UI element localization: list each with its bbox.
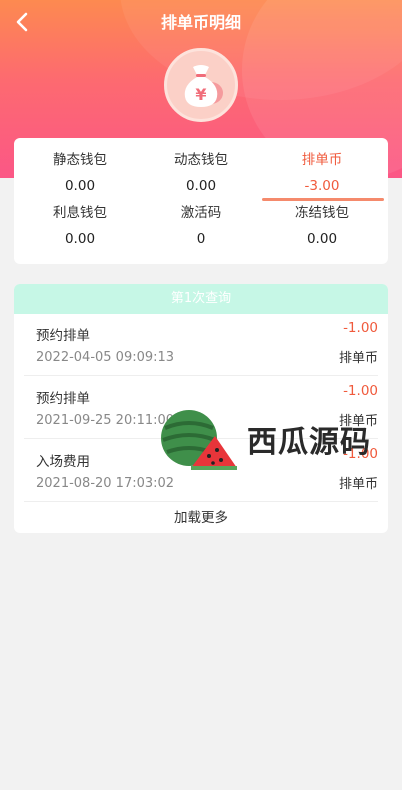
- load-more-button[interactable]: 加载更多: [14, 506, 388, 526]
- wallet-label: 利息钱包: [53, 205, 107, 221]
- wallet-label: 动态钱包: [174, 152, 228, 168]
- wallet-tab-activation-code[interactable]: 激活码 0: [139, 203, 263, 249]
- record-title: 入场费用: [36, 454, 90, 470]
- record-title: 预约排单: [36, 391, 90, 407]
- wallet-summary-card: 静态钱包 0.00 动态钱包 0.00 排单币 -3.00 利息钱包 0.00 …: [14, 138, 388, 264]
- wallet-value: 0.00: [64, 178, 96, 194]
- record-unit: 排单币: [338, 477, 378, 492]
- watermark: 西瓜源码: [155, 404, 385, 474]
- wallet-tab-dynamic[interactable]: 动态钱包 0.00: [139, 150, 263, 196]
- wallet-tab-interest[interactable]: 利息钱包 0.00: [18, 203, 142, 249]
- wallet-value: 0.00: [306, 231, 338, 247]
- watermark-text: 西瓜源码: [247, 425, 371, 460]
- record-date: 2022-04-05 09:09:13: [36, 350, 175, 365]
- wallet-value: 0.00: [64, 231, 96, 247]
- watermelon-icon: [161, 410, 237, 470]
- money-bag-icon: ¥: [184, 65, 223, 107]
- wallet-label: 静态钱包: [53, 152, 107, 168]
- wallet-label: 激活码: [180, 205, 222, 221]
- wallet-value: 0.00: [185, 178, 217, 194]
- record-date: 2021-08-20 17:03:02: [36, 476, 175, 491]
- svg-text:¥: ¥: [195, 85, 206, 104]
- page-title: 排单币明细: [160, 13, 241, 32]
- record-date: 2021-09-25 20:11:00: [36, 413, 175, 428]
- wallet-tab-frozen[interactable]: 冻结钱包 0.00: [260, 203, 384, 249]
- query-header: 第1次查询: [14, 284, 388, 314]
- active-tab-indicator: [262, 198, 384, 201]
- record-title: 预约排单: [36, 328, 90, 344]
- avatar: ¥: [164, 48, 238, 122]
- wallet-label: 冻结钱包: [295, 205, 349, 221]
- wallet-tab-queue-coin[interactable]: 排单币 -3.00: [260, 150, 384, 196]
- list-item[interactable]: 预约排单 2022-04-05 09:09:13 -1.00 排单币: [24, 314, 378, 376]
- wallet-tab-static[interactable]: 静态钱包 0.00: [18, 150, 142, 196]
- record-amount: -1.00: [343, 383, 378, 399]
- wallet-value: -3.00: [304, 178, 340, 194]
- wallet-value: 0: [196, 231, 206, 247]
- record-amount: -1.00: [343, 320, 378, 336]
- record-unit: 排单币: [338, 351, 378, 366]
- wallet-label: 排单币: [301, 152, 343, 168]
